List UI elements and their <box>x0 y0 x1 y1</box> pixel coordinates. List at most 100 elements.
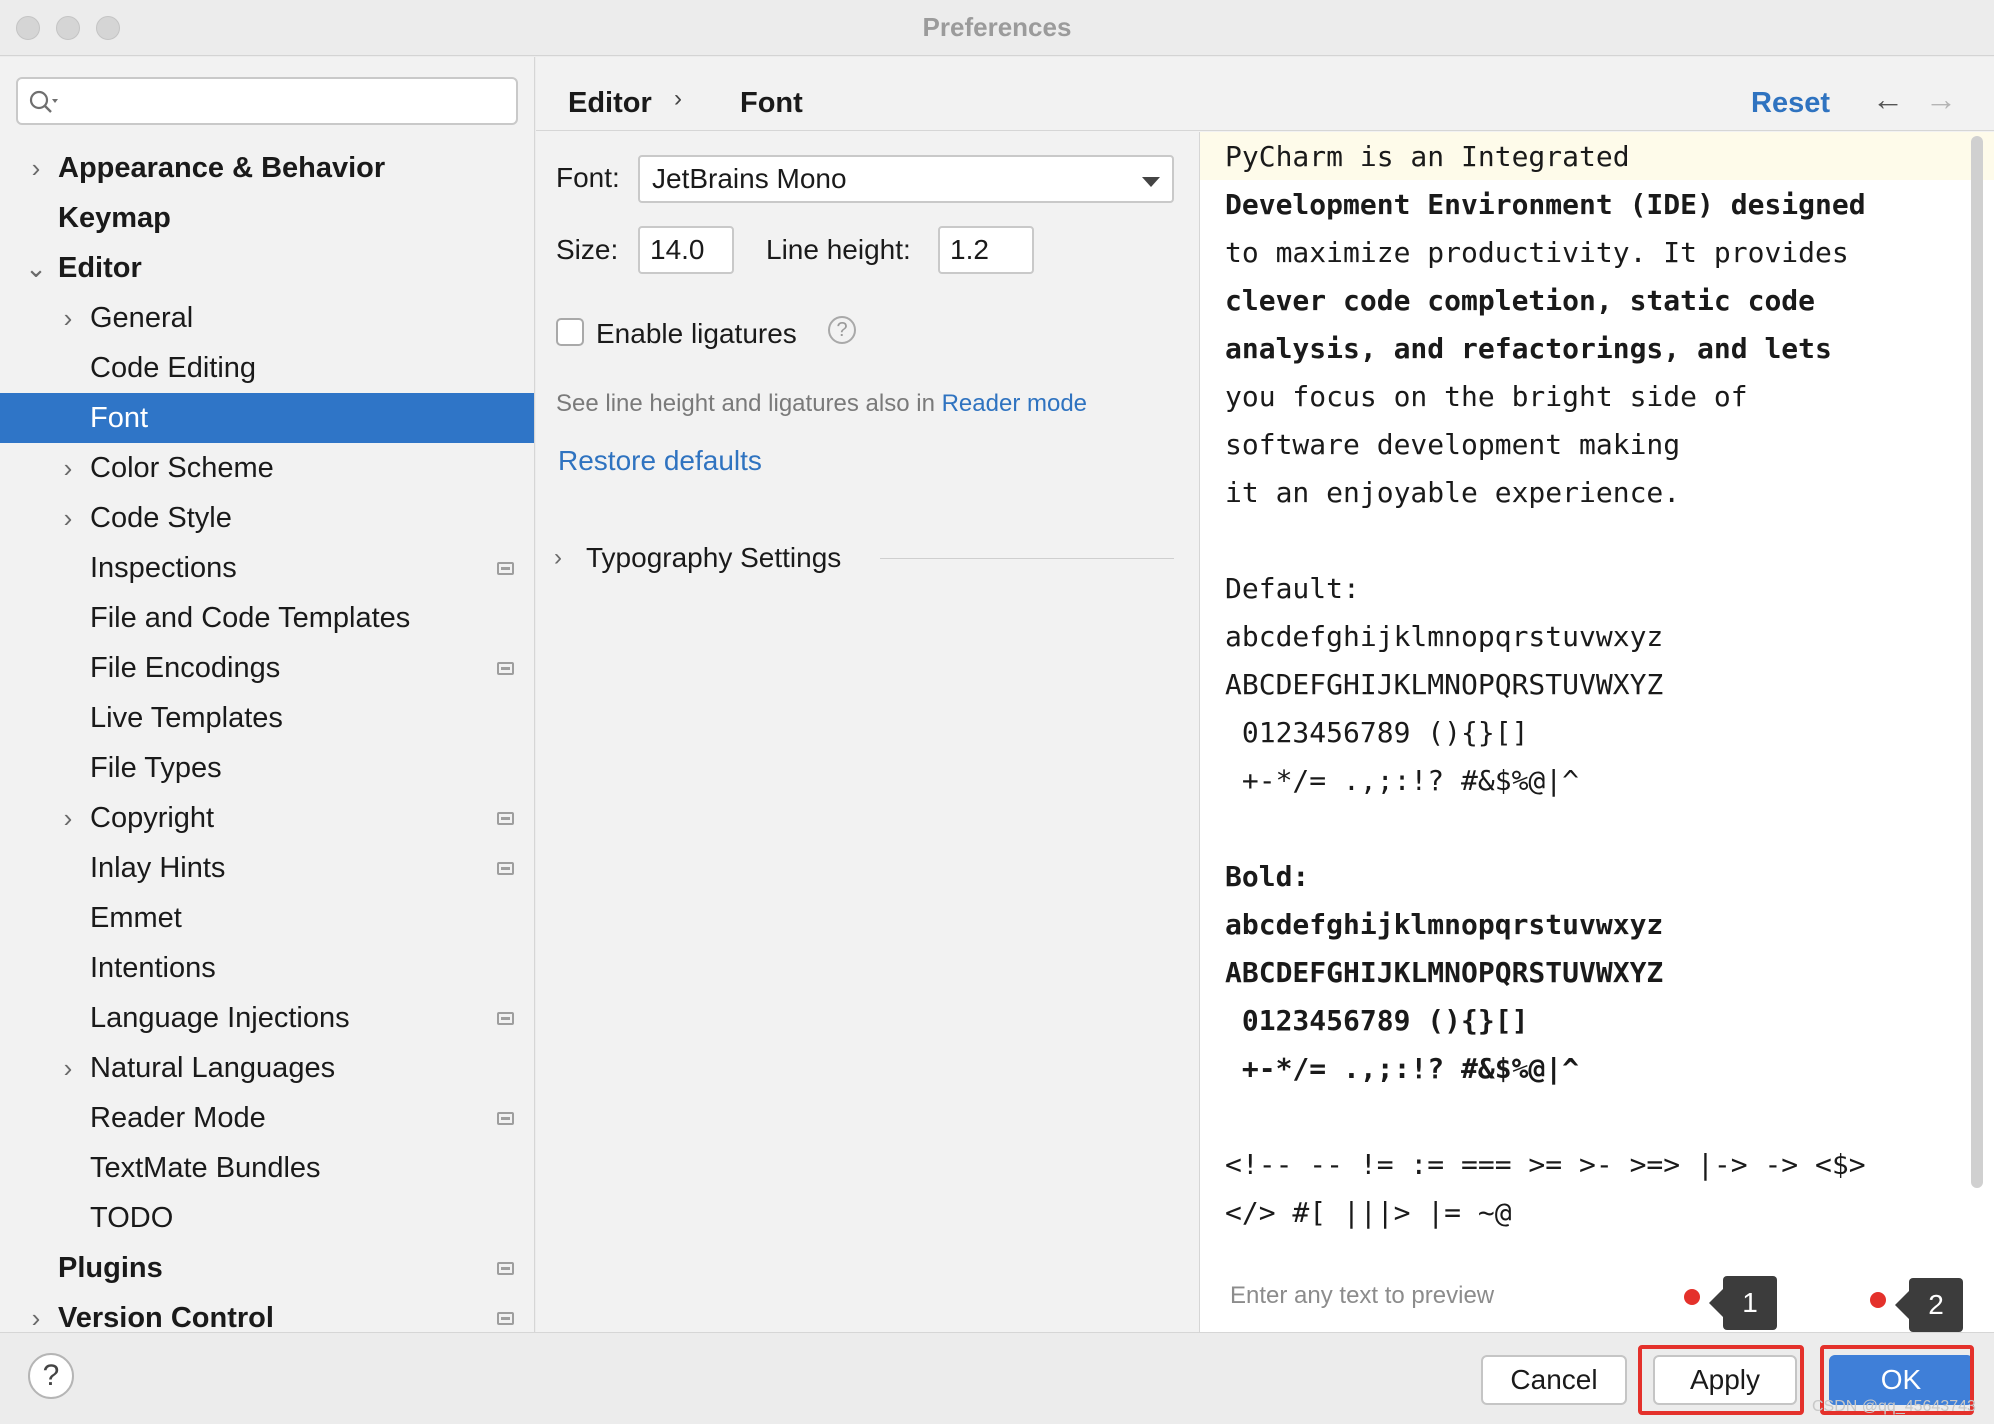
preview-line: +-*/= .,;:!? #&$%@|^ <box>1225 764 1580 797</box>
font-settings-form: Font: JetBrains Mono Size: 14.0 Line hei… <box>536 132 1199 1332</box>
dropdown-arrow-icon <box>1142 177 1160 187</box>
preview-line: ABCDEFGHIJKLMNOPQRSTUVWXYZ <box>1225 668 1664 701</box>
preview-line: 0123456789 (){}[] <box>1225 1004 1529 1037</box>
sidebar-item-plugins[interactable]: Plugins <box>0 1243 534 1293</box>
sidebar-item-todo[interactable]: TODO <box>0 1193 534 1243</box>
preview-line: you focus on the bright side of <box>1225 380 1748 413</box>
preview-line: abcdefghijklmnopqrstuvwxyz <box>1225 908 1664 941</box>
sidebar-item-intentions[interactable]: Intentions <box>0 943 534 993</box>
annotation-dot <box>1870 1292 1886 1308</box>
sidebar-item-color-scheme[interactable]: › Color Scheme <box>0 443 534 493</box>
apply-highlight-box <box>1638 1345 1804 1415</box>
settings-sidebar: › Appearance & Behavior Keymap ⌄ Editor … <box>0 57 535 1332</box>
sidebar-item-general[interactable]: › General <box>0 293 534 343</box>
project-settings-icon <box>497 1112 514 1125</box>
chevron-down-icon[interactable]: ⌄ <box>22 243 50 293</box>
reset-button[interactable]: Reset <box>1751 87 1830 120</box>
reader-mode-link[interactable]: Reader mode <box>942 390 1087 417</box>
chevron-right-icon[interactable]: › <box>22 1293 50 1332</box>
enable-ligatures-checkbox[interactable] <box>556 318 584 346</box>
preview-line: +-*/= .,;:!? #&$%@|^ <box>1225 1052 1580 1085</box>
section-divider <box>880 558 1174 559</box>
preview-line: it an enjoyable experience. <box>1225 476 1681 509</box>
sidebar-item-emmet[interactable]: Emmet <box>0 893 534 943</box>
sidebar-item-textmate-bundles[interactable]: TextMate Bundles <box>0 1143 534 1193</box>
content-header: Editor › Font Reset ← → <box>536 57 1994 131</box>
project-settings-icon <box>497 1312 514 1325</box>
preview-line: to maximize productivity. It provides <box>1225 236 1849 269</box>
preview-line: 0123456789 (){}[] <box>1225 716 1529 749</box>
size-field[interactable]: 14.0 <box>638 226 734 274</box>
sidebar-item-language-injections[interactable]: Language Injections <box>0 993 534 1043</box>
annotation-badge-1: 1 <box>1709 1276 1777 1330</box>
sidebar-item-inspections[interactable]: Inspections <box>0 543 534 593</box>
preview-line: abcdefghijklmnopqrstuvwxyz <box>1225 620 1664 653</box>
breadcrumb-editor[interactable]: Editor <box>568 87 652 120</box>
line-height-field[interactable]: 1.2 <box>938 226 1034 274</box>
preview-line: Development Environment (IDE) designed <box>1225 188 1866 221</box>
sidebar-item-reader-mode[interactable]: Reader Mode <box>0 1093 534 1143</box>
chevron-right-icon[interactable]: › <box>54 793 82 843</box>
chevron-right-icon[interactable]: › <box>54 443 82 493</box>
chevron-right-icon[interactable]: › <box>22 143 50 193</box>
back-arrow-icon[interactable]: ← <box>1872 81 1904 118</box>
preview-line: analysis, and refactorings, and lets <box>1225 332 1832 365</box>
sidebar-item-file-types[interactable]: File Types <box>0 743 534 793</box>
preview-line: <!-- -- != := === >= >- >=> |-> -> <$> <box>1225 1148 1866 1181</box>
sidebar-item-inlay-hints[interactable]: Inlay Hints <box>0 843 534 893</box>
sidebar-item-copyright[interactable]: › Copyright <box>0 793 534 843</box>
sidebar-item-file-encodings[interactable]: File Encodings <box>0 643 534 693</box>
restore-defaults-link[interactable]: Restore defaults <box>558 445 762 477</box>
sidebar-item-editor[interactable]: ⌄ Editor <box>0 243 534 293</box>
sidebar-item-appearance-behavior[interactable]: › Appearance & Behavior <box>0 143 534 193</box>
annotation-dot <box>1684 1289 1700 1305</box>
sidebar-item-natural-languages[interactable]: › Natural Languages <box>0 1043 534 1093</box>
watermark: CSDN @qq_45643743 <box>1812 1398 1976 1415</box>
typography-settings-toggle[interactable]: Typography Settings <box>586 542 841 574</box>
font-dropdown-value: JetBrains Mono <box>652 163 847 194</box>
font-preview-editor[interactable]: PyCharm is an Integrated Development Env… <box>1199 132 1994 1332</box>
enable-ligatures-label[interactable]: Enable ligatures <box>596 318 797 350</box>
preview-scrollbar[interactable] <box>1971 136 1983 1188</box>
dialog-footer: ? Cancel Apply OK <box>0 1332 1994 1424</box>
window-title: Preferences <box>922 12 1072 42</box>
chevron-right-icon[interactable]: › <box>554 544 562 572</box>
breadcrumb-separator-icon: › <box>674 85 682 112</box>
settings-search-input[interactable] <box>16 77 518 125</box>
annotation-badge-2: 2 <box>1895 1278 1963 1332</box>
project-settings-icon <box>497 562 514 575</box>
sidebar-item-version-control[interactable]: › Version Control <box>0 1293 534 1332</box>
help-button[interactable]: ? <box>28 1353 74 1399</box>
preview-line: </> #[ |||> |= ~@ <box>1225 1196 1512 1229</box>
sidebar-item-code-editing[interactable]: Code Editing <box>0 343 534 393</box>
preview-line: software development making <box>1225 428 1681 461</box>
sidebar-item-keymap[interactable]: Keymap <box>0 193 534 243</box>
chevron-right-icon[interactable]: › <box>54 493 82 543</box>
project-settings-icon <box>497 662 514 675</box>
chevron-right-icon[interactable]: › <box>54 1043 82 1093</box>
preview-line: Default: <box>1225 572 1360 605</box>
size-label: Size: <box>556 234 619 265</box>
chevron-right-icon[interactable]: › <box>54 293 82 343</box>
forward-arrow-icon[interactable]: → <box>1925 81 1957 118</box>
line-height-label: Line height: <box>766 234 911 265</box>
cancel-button[interactable]: Cancel <box>1481 1355 1627 1405</box>
title-bar: Preferences <box>0 0 1994 56</box>
breadcrumb-font: Font <box>740 87 803 119</box>
preview-line: clever code completion, static code <box>1225 284 1816 317</box>
preview-line: ABCDEFGHIJKLMNOPQRSTUVWXYZ <box>1225 956 1664 989</box>
sidebar-item-live-templates[interactable]: Live Templates <box>0 693 534 743</box>
sidebar-item-file-and-code-templates[interactable]: File and Code Templates <box>0 593 534 643</box>
help-icon[interactable]: ? <box>828 316 856 344</box>
project-settings-icon <box>497 1012 514 1025</box>
project-settings-icon <box>497 862 514 875</box>
font-dropdown[interactable]: JetBrains Mono <box>638 155 1174 203</box>
reader-mode-hint: See line height and ligatures also in Re… <box>556 390 1088 417</box>
project-settings-icon <box>497 1262 514 1275</box>
sidebar-item-code-style[interactable]: › Code Style <box>0 493 534 543</box>
preview-placeholder-text[interactable]: Enter any text to preview <box>1230 1282 1494 1310</box>
font-label: Font: <box>556 162 620 193</box>
project-settings-icon <box>497 812 514 825</box>
sidebar-item-font[interactable]: Font <box>0 393 534 443</box>
search-icon <box>29 90 58 113</box>
